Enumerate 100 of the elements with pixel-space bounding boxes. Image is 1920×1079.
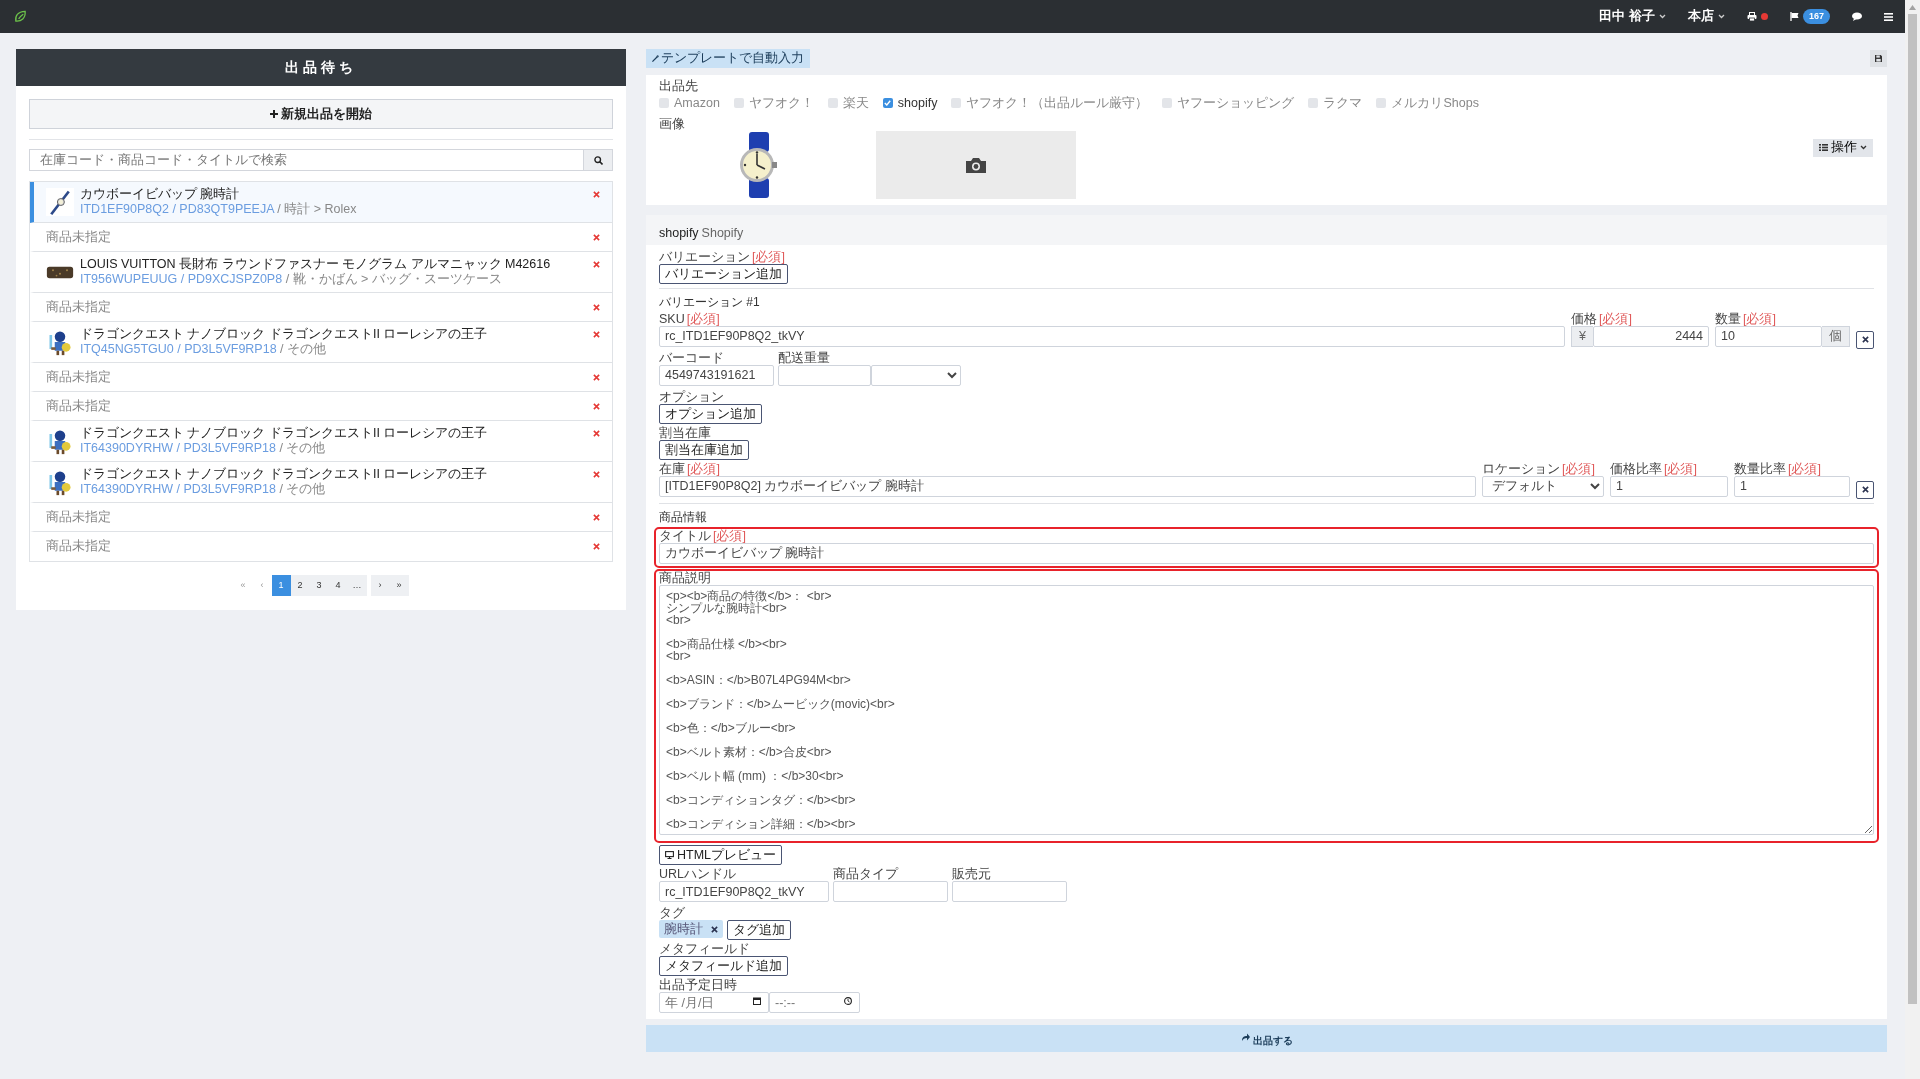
unassigned-text: 商品未指定 bbox=[46, 508, 112, 526]
required-mark: [必須] bbox=[687, 461, 720, 476]
clock-icon bbox=[844, 997, 852, 1006]
location-select[interactable]: デフォルト bbox=[1482, 475, 1604, 497]
status-dot bbox=[1760, 13, 1768, 20]
add-allocation-button[interactable]: 割当在庫追加 bbox=[659, 439, 749, 460]
delete-icon[interactable] bbox=[593, 543, 600, 550]
field-label: 在庫 bbox=[659, 461, 685, 476]
field-label: メタフィールド bbox=[659, 942, 750, 957]
title-field[interactable]: カウボーイビバップ 腕時計 bbox=[659, 542, 1874, 564]
price-field[interactable]: 2444 bbox=[1592, 325, 1709, 347]
search-button[interactable] bbox=[584, 149, 613, 171]
currency-symbol: ¥ bbox=[1571, 325, 1593, 347]
checkbox-label: shopify bbox=[897, 95, 938, 112]
chat-bubble-icon[interactable] bbox=[1852, 12, 1862, 21]
platform-name: shopify bbox=[659, 224, 699, 242]
tag-chip[interactable]: 腕時計 bbox=[659, 920, 723, 939]
plus-icon bbox=[270, 110, 278, 118]
time-field[interactable]: --:-- bbox=[769, 992, 860, 1014]
platform-subtitle: Shopify bbox=[701, 224, 744, 242]
quantity-ratio-field[interactable]: 1 bbox=[1734, 475, 1850, 497]
price-ratio-field[interactable]: 1 bbox=[1610, 475, 1728, 497]
checkbox-label: メルカリShops bbox=[1391, 95, 1479, 112]
section-heading: 商品情報 bbox=[659, 508, 708, 525]
add-metafield-button[interactable]: メタフィールド追加 bbox=[659, 956, 788, 977]
field-label: バーコード bbox=[659, 350, 724, 365]
checkbox[interactable] bbox=[827, 98, 838, 109]
delete-icon[interactable] bbox=[593, 331, 600, 338]
delete-icon[interactable] bbox=[593, 513, 600, 521]
weight-field[interactable] bbox=[778, 364, 871, 386]
product-title: ドラゴンクエスト ナノブロック ドラゴンクエストII ローレシアの王子 bbox=[80, 426, 489, 441]
delete-icon[interactable] bbox=[593, 471, 600, 478]
save-button[interactable] bbox=[1870, 50, 1887, 67]
delete-icon[interactable] bbox=[593, 191, 600, 198]
date-field[interactable]: 年 /月/日 bbox=[659, 992, 769, 1014]
close-icon bbox=[1861, 336, 1869, 344]
html-preview-button[interactable]: HTMLプレビュー bbox=[659, 845, 783, 866]
calendar-icon bbox=[753, 997, 761, 1006]
sku-field[interactable]: rc_ITD1EF90P8Q2_tkVY bbox=[659, 325, 1565, 347]
unassigned-text: 商品未指定 bbox=[46, 228, 112, 246]
add-variation-button[interactable]: バリエーション追加 bbox=[659, 263, 788, 284]
delete-icon[interactable] bbox=[593, 373, 600, 381]
new-listing-button[interactable]: 新規出品を開始 bbox=[29, 99, 613, 129]
required-mark: [必須] bbox=[1664, 461, 1697, 476]
remove-button[interactable] bbox=[1856, 330, 1874, 349]
remove-button[interactable] bbox=[1856, 480, 1874, 499]
delete-icon[interactable] bbox=[593, 430, 600, 437]
delete-icon[interactable] bbox=[593, 402, 600, 410]
delete-icon[interactable] bbox=[593, 261, 600, 268]
required-mark: [必須] bbox=[713, 528, 746, 543]
stock-field[interactable]: [ITD1EF90P8Q2] カウボーイビバップ 腕時計 bbox=[659, 475, 1476, 497]
wand-icon bbox=[652, 55, 659, 62]
field-label: 数量 bbox=[1715, 311, 1741, 326]
field-label: 価格 bbox=[1571, 311, 1597, 326]
publish-button[interactable]: 出品する bbox=[646, 1025, 1887, 1053]
product-type-field[interactable] bbox=[833, 881, 948, 903]
remove-tag-icon[interactable] bbox=[711, 925, 718, 933]
description-field[interactable]: <p><b>商品の特徴</b>： <br> シンプルな腕時計<br> <br> <b>商品仕様 </b><br> <br> <b>ASIN：</b>B07L4PG94M<br> <b>ブランド：</b>ムービック(movic)<br> <b>色：</b>ブルー<br> <b>ベルト素材：</b>合皮<br> <b>ベルト幅 (mm) ：</b>30<br> <b>コンディションタグ：</b><br> <b>コンディション詳細：</b><br> bbox=[659, 584, 1874, 835]
flag-icon[interactable] bbox=[1789, 12, 1799, 21]
field-label: 画像 bbox=[659, 116, 686, 131]
checkbox[interactable] bbox=[659, 98, 669, 109]
delete-icon[interactable] bbox=[593, 303, 600, 311]
user-menu[interactable]: 田中 裕子 bbox=[1599, 7, 1666, 26]
unassigned-text: 商品未指定 bbox=[46, 298, 112, 316]
add-tag-button[interactable]: タグ追加 bbox=[727, 920, 791, 941]
checkbox[interactable] bbox=[951, 98, 962, 109]
product-item[interactable]: カウボーイビバップ 腕時計 ITD1EF90P8Q2 / PD83QT9PEEJA / 時計 > Rolex bbox=[30, 182, 612, 223]
add-option-button[interactable]: オプション追加 bbox=[659, 403, 762, 424]
checkbox-label: ヤフーショッピング bbox=[1177, 95, 1295, 112]
checkbox[interactable] bbox=[1308, 98, 1319, 109]
caret-icon bbox=[1658, 14, 1666, 19]
actions-button[interactable]: 操作 bbox=[1813, 138, 1873, 157]
menu-icon[interactable] bbox=[1884, 12, 1893, 21]
field-label: ロケーション bbox=[1482, 461, 1560, 476]
unit-label: 個 bbox=[1822, 325, 1850, 347]
unassigned-text: 商品未指定 bbox=[46, 538, 112, 556]
checkbox-label: ヤフオク！ bbox=[748, 95, 814, 112]
checkbox[interactable] bbox=[1162, 98, 1173, 109]
checkbox[interactable] bbox=[1376, 98, 1387, 109]
category-path: / 靴・かばん > バッグ・スーツケース bbox=[285, 272, 502, 286]
barcode-field[interactable]: 4549743191621 bbox=[659, 364, 774, 386]
search-icon bbox=[593, 155, 603, 165]
store-menu[interactable]: 本店 bbox=[1687, 7, 1725, 26]
template-button[interactable]: テンプレートで自動入力 bbox=[646, 49, 810, 68]
field-label: タグ bbox=[659, 906, 685, 921]
field-label: SKU bbox=[659, 311, 685, 326]
page-link[interactable]: › bbox=[370, 575, 390, 596]
checkbox[interactable] bbox=[733, 98, 744, 109]
url-handle-field[interactable]: rc_ITD1EF90P8Q2_tkVY bbox=[659, 881, 829, 903]
unassigned-text: 商品未指定 bbox=[46, 368, 112, 386]
product-title: ドラゴンクエスト ナノブロック ドラゴンクエストII ローレシアの王子 bbox=[80, 467, 489, 482]
checkbox[interactable] bbox=[882, 98, 893, 109]
search-field[interactable]: 在庫コード・商品コード・タイトルで検索 bbox=[29, 149, 584, 171]
checkbox-label: ラクマ bbox=[1323, 95, 1363, 112]
delete-icon[interactable] bbox=[593, 233, 600, 241]
field-label: 数量比率 bbox=[1734, 461, 1786, 476]
vendor-field[interactable] bbox=[952, 881, 1067, 903]
scroll-thumb[interactable] bbox=[1908, 14, 1917, 1004]
printer-icon[interactable] bbox=[1746, 12, 1757, 21]
quantity-field[interactable]: 10 bbox=[1715, 325, 1822, 347]
